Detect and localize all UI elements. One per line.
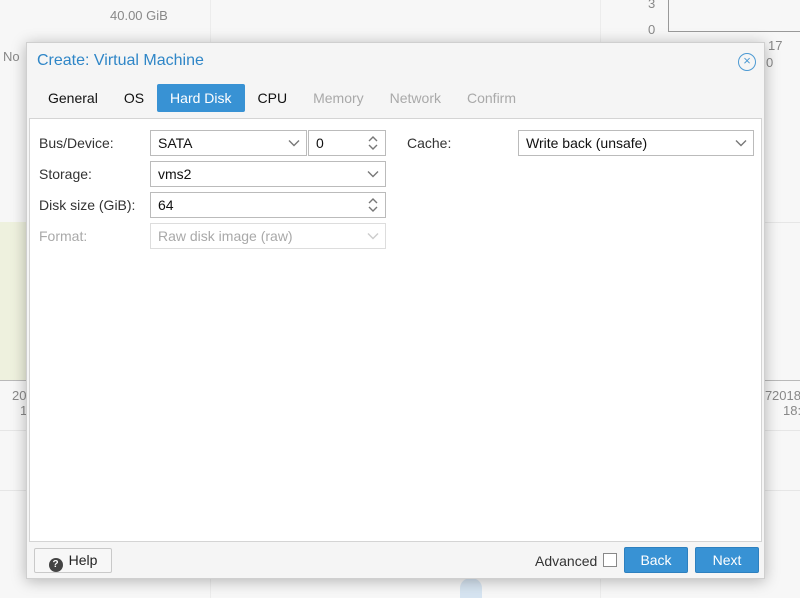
wizard-tabs: General OS Hard Disk CPU Memory Network … xyxy=(35,84,529,112)
spinner-icon[interactable] xyxy=(361,193,385,217)
chevron-down-icon[interactable] xyxy=(729,131,753,155)
bus-device-label: Bus/Device: xyxy=(39,135,114,151)
back-button[interactable]: Back xyxy=(624,547,688,573)
bg-chart-spike xyxy=(460,578,482,598)
format-select: Raw disk image (raw) xyxy=(150,223,386,249)
chevron-down-icon[interactable] xyxy=(282,131,306,155)
bg-axis-label: 2018 xyxy=(772,388,800,403)
bg-left-clip: No xyxy=(3,49,20,64)
bg-rchart-tick: 3 xyxy=(648,0,656,11)
create-vm-dialog: Create: Virtual Machine × General OS Har… xyxy=(26,42,765,579)
tab-memory[interactable]: Memory xyxy=(300,84,377,112)
device-index-spinner[interactable]: 0 xyxy=(308,130,386,156)
advanced-label: Advanced xyxy=(535,553,598,569)
format-select-value: Raw disk image (raw) xyxy=(158,228,293,244)
bg-mini-chart xyxy=(668,0,800,32)
spinner-icon[interactable] xyxy=(361,131,385,155)
dialog-title: Create: Virtual Machine xyxy=(37,52,204,69)
storage-select[interactable]: vms2 xyxy=(150,161,386,187)
bg-axis-label: 20 xyxy=(12,388,27,403)
bg-top-value: 40.00 GiB xyxy=(110,8,168,23)
help-icon: ? xyxy=(48,558,63,572)
bg-axis-label: 18: xyxy=(783,403,800,418)
advanced-checkbox[interactable] xyxy=(603,553,617,567)
device-index-value: 0 xyxy=(316,135,324,151)
chevron-down-icon[interactable] xyxy=(361,162,385,186)
storage-label: Storage: xyxy=(39,166,92,182)
cache-select[interactable]: Write back (unsafe) xyxy=(518,130,754,156)
format-label: Format: xyxy=(39,228,88,244)
tab-network[interactable]: Network xyxy=(377,84,454,112)
disk-size-label: Disk size (GiB): xyxy=(39,197,136,213)
hard-disk-panel: Bus/Device: SATA 0 Storage: vms2 Disk si… xyxy=(29,118,762,542)
close-button[interactable]: × xyxy=(738,53,756,71)
bus-select-value: SATA xyxy=(158,135,193,151)
bg-rchart-label: 0 xyxy=(766,55,774,70)
bg-rchart-label: 17 xyxy=(768,38,783,53)
bus-select[interactable]: SATA xyxy=(150,130,307,156)
storage-select-value: vms2 xyxy=(158,166,192,182)
tab-general[interactable]: General xyxy=(35,84,111,112)
chevron-down-icon xyxy=(361,224,385,248)
tab-confirm[interactable]: Confirm xyxy=(454,84,529,112)
tab-cpu[interactable]: CPU xyxy=(245,84,301,112)
disk-size-spinner[interactable]: 64 xyxy=(150,192,386,218)
close-icon: × xyxy=(743,53,751,68)
disk-size-value: 64 xyxy=(158,197,174,213)
help-button[interactable]: ? Help xyxy=(34,548,112,573)
help-button-label: Help xyxy=(68,552,98,568)
dialog-header[interactable]: Create: Virtual Machine × xyxy=(27,43,764,81)
tab-os[interactable]: OS xyxy=(111,84,157,112)
cache-select-value: Write back (unsafe) xyxy=(526,135,648,151)
cache-label: Cache: xyxy=(407,135,452,151)
next-button[interactable]: Next xyxy=(695,547,759,573)
tab-hard-disk[interactable]: Hard Disk xyxy=(157,84,245,112)
dialog-footer: ? Help Advanced Back Next xyxy=(27,542,764,578)
bg-rchart-tick: 0 xyxy=(648,22,656,37)
